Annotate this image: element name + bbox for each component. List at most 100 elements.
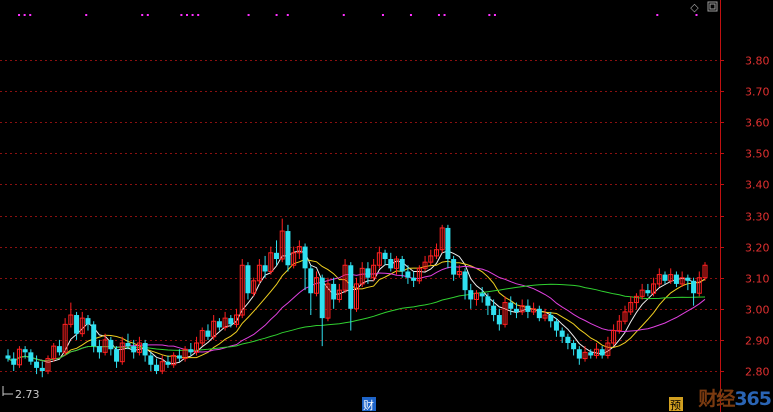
signal-dots: [18, 14, 698, 16]
candle-body: [451, 259, 457, 275]
candle-body: [176, 355, 182, 359]
candle-body: [576, 349, 582, 359]
signal-dot: [286, 14, 289, 16]
low-price-label: 2.73: [15, 388, 40, 401]
candle-body: [74, 315, 80, 334]
signal-dot: [437, 14, 440, 16]
candle-body: [645, 290, 651, 294]
signal-dot: [85, 14, 88, 16]
price-tick-label: 3.70: [745, 86, 770, 99]
candle-body: [91, 324, 97, 347]
signal-dot: [180, 14, 183, 16]
candle-body: [691, 280, 697, 294]
candle-body: [28, 352, 34, 362]
candle-body: [331, 283, 337, 300]
candle-body: [405, 271, 411, 278]
candle-body: [445, 227, 451, 260]
price-tick-label: 3.80: [745, 55, 770, 68]
candle-body: [673, 274, 679, 284]
signal-dot: [443, 14, 446, 16]
signal-dot: [141, 14, 144, 16]
signal-dot: [247, 14, 250, 16]
price-tick-label: 3.20: [745, 242, 770, 255]
price-tick-label: 3.50: [745, 148, 770, 161]
signal-dot: [186, 14, 189, 16]
candlesticks: [5, 218, 708, 378]
price-tick-label: 3.60: [745, 117, 770, 130]
signal-dot: [695, 14, 698, 16]
candle-body: [11, 358, 17, 365]
signal-dot: [488, 14, 491, 16]
signal-dot: [29, 14, 32, 16]
candle-body: [154, 364, 160, 371]
candle-body: [56, 346, 62, 353]
candle-body: [85, 318, 91, 325]
signal-dot: [275, 14, 278, 16]
candle-body: [308, 268, 314, 294]
candle-body: [5, 355, 11, 359]
candle-body: [108, 339, 114, 350]
signal-dot: [409, 14, 412, 16]
candle-body: [382, 252, 388, 260]
candle-body: [496, 315, 502, 325]
candle-body: [599, 349, 605, 356]
candlestick-chart: 3.80 3.70 3.60 3.50 3.40 3.30 3.20 3.10 3.00 2.90…: [0, 0, 770, 412]
signal-dot: [191, 14, 194, 16]
candle-body: [559, 330, 565, 337]
candle-body: [131, 346, 137, 353]
candle-body: [388, 259, 394, 269]
candle-body: [565, 336, 571, 344]
candle-body: [302, 246, 308, 269]
candle-body: [553, 321, 559, 331]
candle-body: [22, 349, 28, 353]
restore-window-icon[interactable]: [706, 1, 719, 14]
candle-body: [274, 252, 280, 260]
candle-body: [165, 361, 171, 365]
signal-dot: [18, 14, 21, 16]
event-markers: 财 预: [362, 397, 683, 412]
candle-body: [34, 361, 40, 368]
watermark-part-b: 365: [734, 388, 772, 410]
candle-body: [399, 259, 405, 272]
forecast-marker[interactable]: 预: [670, 399, 681, 412]
candle-body: [96, 346, 102, 353]
candle-body: [228, 318, 234, 325]
price-tick-label: 3.40: [745, 179, 770, 192]
price-tick-label: 3.10: [745, 273, 770, 286]
price-grid: [0, 60, 724, 372]
candle-body: [479, 293, 485, 297]
watermark-part-a: 财经: [698, 388, 735, 410]
candle-body: [205, 330, 211, 337]
signal-dot: [381, 14, 384, 16]
signal-dot: [493, 14, 496, 16]
restore-window-glyph: [707, 1, 718, 12]
candle-body: [536, 308, 542, 319]
low-price-marker: 2.73: [2, 386, 40, 401]
candle-body: [39, 367, 45, 371]
candle-body: [571, 343, 577, 350]
diamond-icon[interactable]: ◇: [688, 1, 701, 14]
signal-dot: [656, 14, 659, 16]
candle-body: [216, 321, 222, 328]
financial-report-marker[interactable]: 财: [363, 398, 374, 412]
candle-body: [491, 305, 497, 316]
candle-body: [525, 305, 531, 312]
candle-body: [513, 308, 519, 312]
candle-body: [148, 355, 154, 365]
signal-dot: [197, 14, 200, 16]
candle-body: [508, 302, 514, 309]
price-tick-labels: 3.80 3.70 3.60 3.50 3.40 3.30 3.20 3.10 3.00 2.90…: [745, 55, 770, 379]
candle-body: [319, 277, 325, 319]
candle-body: [142, 343, 148, 356]
candle-body: [365, 268, 371, 278]
candle-body: [548, 315, 554, 322]
candle-body: [411, 277, 417, 281]
candle-body: [285, 231, 291, 266]
signal-dot: [342, 14, 345, 16]
price-tick-label: 2.90: [745, 335, 770, 348]
price-tick-label: 3.30: [745, 211, 770, 224]
candle-body: [468, 290, 474, 300]
candle-body: [245, 265, 251, 294]
candle-body: [125, 343, 131, 347]
candle-body: [485, 296, 491, 306]
